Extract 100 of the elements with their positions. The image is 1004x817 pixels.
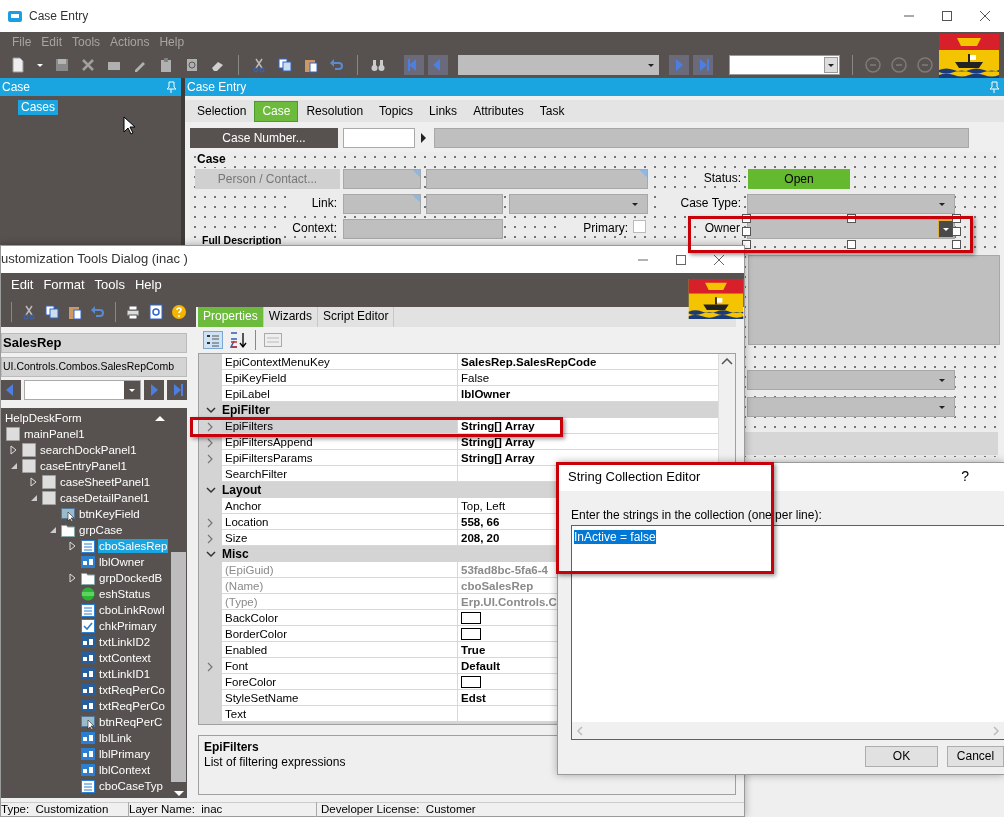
property-name[interactable]: EpiFiltersParams xyxy=(222,450,458,467)
collapse-icon[interactable] xyxy=(29,493,39,503)
property-value[interactable]: Edst xyxy=(461,691,486,706)
tree-item[interactable]: btnReqPerC xyxy=(98,714,164,730)
property-name[interactable]: EpiLabel xyxy=(222,386,458,403)
tree-item[interactable]: chkPrimary xyxy=(98,618,158,634)
close-icon[interactable] xyxy=(714,254,724,265)
cut-icon[interactable] xyxy=(21,304,37,320)
tree-item[interactable]: btnKeyField xyxy=(78,506,141,522)
resize-handle[interactable] xyxy=(847,214,856,223)
print-icon[interactable] xyxy=(125,304,141,320)
save-icon[interactable] xyxy=(54,57,70,73)
clipboard-icon[interactable] xyxy=(158,57,174,73)
undo-icon[interactable] xyxy=(329,57,345,73)
tree-item[interactable]: txtLinkID2 xyxy=(98,634,152,650)
scrollbar-thumb[interactable] xyxy=(171,552,186,782)
tree-item[interactable]: grpCase xyxy=(78,522,124,538)
property-name[interactable]: Location xyxy=(222,514,458,531)
input-field[interactable] xyxy=(343,194,421,214)
color-swatch[interactable] xyxy=(461,676,481,689)
pin-icon[interactable] xyxy=(989,81,1000,93)
menu-item[interactable]: Tools xyxy=(94,276,125,294)
property-name[interactable]: BackColor xyxy=(222,610,458,627)
tree-item[interactable]: txtLinkID1 xyxy=(98,666,152,682)
tree-item[interactable]: cboLinkRowI xyxy=(98,602,166,618)
tab[interactable]: Attributes xyxy=(465,100,532,122)
property-name[interactable]: Anchor xyxy=(222,498,458,515)
tree-item[interactable]: cboCaseTyp xyxy=(98,778,164,794)
tree-item[interactable]: eshStatus xyxy=(98,586,152,602)
scroll-up-icon[interactable] xyxy=(721,358,733,366)
tab[interactable]: Task xyxy=(531,100,573,122)
scroll-up-icon[interactable] xyxy=(154,414,166,422)
preview-icon[interactable] xyxy=(148,304,164,320)
cut-icon[interactable] xyxy=(251,57,267,73)
property-value[interactable]: lblOwner xyxy=(461,387,511,402)
collapse-icon[interactable] xyxy=(9,461,19,471)
menu-item[interactable]: Help xyxy=(134,276,162,294)
expand-icon[interactable] xyxy=(205,660,215,673)
property-name[interactable]: EpiKeyField xyxy=(222,370,458,387)
binoculars-icon[interactable] xyxy=(370,57,386,73)
tree-item[interactable]: grpDockedB xyxy=(98,570,164,586)
expand-icon[interactable] xyxy=(205,452,215,465)
tree-item[interactable]: caseDetailPanel1 xyxy=(59,490,151,506)
maximize-icon[interactable] xyxy=(942,11,952,21)
pin-icon[interactable] xyxy=(166,81,177,93)
property-value[interactable]: Default xyxy=(461,659,500,674)
color-swatch[interactable] xyxy=(461,628,481,641)
property-value[interactable]: 208, 20 xyxy=(461,531,500,546)
tree-item[interactable]: lblPrimary xyxy=(98,746,152,762)
property-name[interactable]: Font xyxy=(222,658,458,675)
property-name[interactable]: EpiContextMenuKey xyxy=(222,354,458,371)
scroll-down-icon[interactable] xyxy=(172,790,185,798)
paste-icon[interactable] xyxy=(67,304,83,320)
property-value[interactable]: False xyxy=(461,371,490,386)
property-name[interactable]: ForeColor xyxy=(222,674,458,691)
ok-button[interactable]: OK xyxy=(865,746,938,767)
cancel-button[interactable]: Cancel xyxy=(947,746,1004,767)
property-value[interactable]: 558, 66 xyxy=(461,515,500,530)
input-field[interactable] xyxy=(343,219,503,239)
paste-icon[interactable] xyxy=(303,57,319,73)
refresh-icon[interactable] xyxy=(184,57,200,73)
copy-icon[interactable] xyxy=(44,304,60,320)
filter-dropdown[interactable] xyxy=(729,55,840,75)
property-name[interactable]: StyleSetName xyxy=(222,690,458,707)
expand-icon[interactable] xyxy=(205,436,215,449)
expand-icon[interactable] xyxy=(205,532,215,545)
tree-item[interactable]: lblContext xyxy=(98,762,152,778)
expand-icon[interactable] xyxy=(68,573,78,583)
tree-item[interactable]: searchDockPanel1 xyxy=(39,442,138,458)
property-name[interactable]: Size xyxy=(222,530,458,547)
input-field[interactable] xyxy=(426,169,648,189)
case-number-button[interactable]: Case Number... xyxy=(190,128,338,148)
tree-item[interactable]: txtReqPerCo xyxy=(98,698,166,714)
tree-item[interactable]: txtReqPerCo xyxy=(98,682,166,698)
expand-icon[interactable] xyxy=(68,541,78,551)
property-name[interactable]: BorderColor xyxy=(222,626,458,643)
tab[interactable]: Links xyxy=(421,100,466,122)
maximize-icon[interactable] xyxy=(676,254,686,265)
tab[interactable]: Script Editor xyxy=(318,307,395,327)
property-name[interactable]: SearchFilter xyxy=(222,466,458,483)
tree-item[interactable]: HelpDeskForm xyxy=(4,410,83,426)
property-name[interactable]: Text xyxy=(222,706,458,723)
category-header[interactable]: EpiFilter xyxy=(222,402,718,418)
tree-item[interactable]: mainPanel1 xyxy=(23,426,86,442)
undo-icon[interactable] xyxy=(90,304,106,320)
menu-item[interactable]: Format xyxy=(43,276,85,294)
tab[interactable]: Resolution xyxy=(298,100,372,122)
tree-item[interactable]: lblOwner xyxy=(98,554,146,570)
tab[interactable]: Topics xyxy=(371,100,422,122)
collapse-icon[interactable] xyxy=(48,525,58,535)
expand-icon[interactable] xyxy=(9,445,19,455)
property-name[interactable]: Enabled xyxy=(222,642,458,659)
collapse-icon[interactable] xyxy=(205,405,217,415)
new-document-icon[interactable] xyxy=(10,57,26,73)
categorized-icon[interactable] xyxy=(203,331,223,349)
help-button[interactable]: ? xyxy=(961,468,969,486)
tab[interactable]: Wizards xyxy=(263,307,319,327)
object-dropdown[interactable] xyxy=(24,380,141,400)
collapse-icon[interactable] xyxy=(205,485,217,495)
tree-item[interactable]: caseEntryPanel1 xyxy=(39,458,128,474)
